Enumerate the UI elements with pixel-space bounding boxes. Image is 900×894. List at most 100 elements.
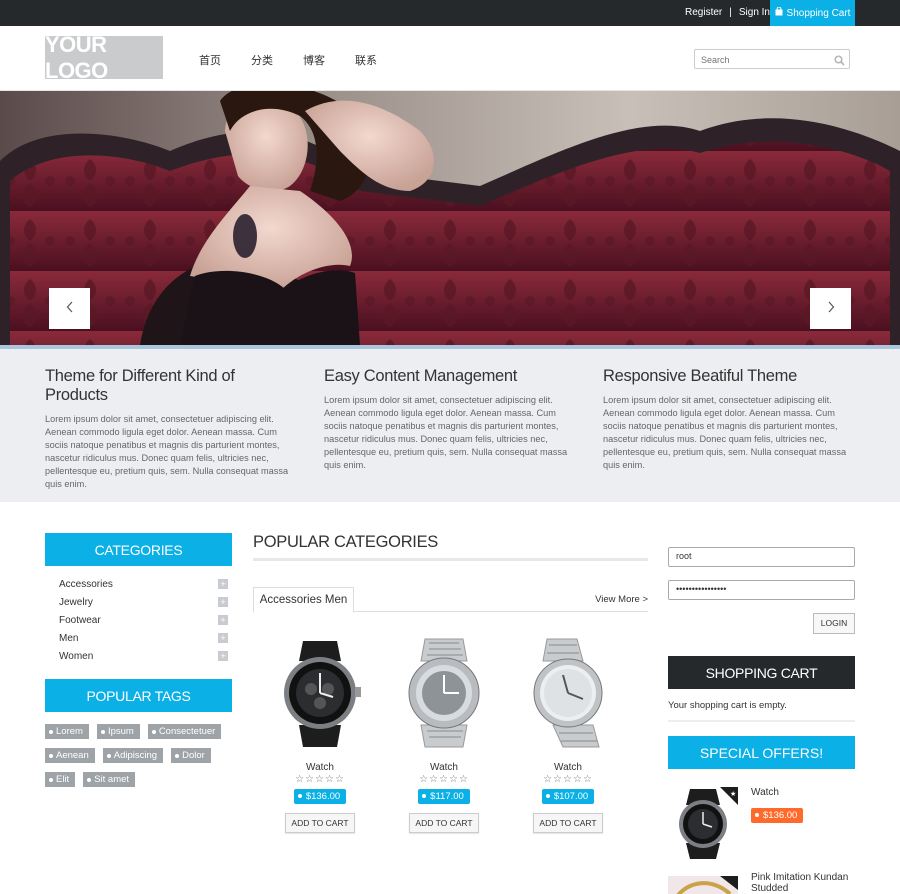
tag-item[interactable]: Ipsum <box>96 724 140 739</box>
hero-image <box>0 91 900 345</box>
features-section: Theme for Different Kind of Products Lor… <box>0 349 900 502</box>
category-label: Jewelry <box>59 596 93 608</box>
register-link[interactable]: Register <box>685 7 722 18</box>
add-to-cart-button[interactable]: ADD TO CART <box>285 813 355 833</box>
shopping-cart-label: Shopping Cart <box>786 7 851 19</box>
product-name[interactable]: Watch <box>263 762 377 773</box>
view-more-link[interactable]: View More > <box>595 594 648 605</box>
star-rating: ☆☆☆☆☆ <box>419 774 469 785</box>
tag-cloud: Lorem Ipsum Consectetuer Aenean Adipisci… <box>45 712 232 787</box>
category-item-jewelry[interactable]: Jewelry + <box>59 593 232 611</box>
section-title: POPULAR CATEGORIES <box>253 533 648 561</box>
chevron-right-icon <box>827 300 835 318</box>
shopping-cart-title: SHOPPING CART <box>668 656 855 689</box>
slider-next-button[interactable] <box>810 288 851 329</box>
product-image[interactable] <box>513 637 623 749</box>
site-logo[interactable]: YOUR LOGO <box>45 32 163 83</box>
category-item-men[interactable]: Men + <box>59 629 232 647</box>
nav-item-contact[interactable]: 联系 <box>355 52 407 68</box>
search-box <box>694 49 850 69</box>
price-tag: $107.00 <box>541 789 595 804</box>
star-rating: ☆☆☆☆☆ <box>295 774 345 785</box>
expand-icon[interactable]: + <box>218 597 228 607</box>
product-name[interactable]: Watch <box>511 762 625 773</box>
product-image[interactable] <box>389 637 499 749</box>
feature-text: Lorem ipsum dolor sit amet, consectetuer… <box>603 395 847 470</box>
signin-link[interactable]: Sign In <box>739 7 770 18</box>
tag-item[interactable]: Sit amet <box>83 772 136 787</box>
category-item-accessories[interactable]: Accessories + <box>59 575 232 593</box>
search-input[interactable] <box>695 52 825 68</box>
main-nav: 首页 分类 博客 联系 <box>199 52 407 68</box>
popular-categories: POPULAR CATEGORIES Accessories Men View … <box>253 533 648 833</box>
tag-item[interactable]: Lorem <box>45 724 89 739</box>
category-item-footwear[interactable]: Footwear + <box>59 611 232 629</box>
star-rating: ☆☆☆☆☆ <box>543 774 593 785</box>
special-offer-item[interactable]: Pink Imitation Kundan Studded <box>668 872 855 894</box>
bag-icon <box>775 6 783 19</box>
tag-item[interactable]: Dolor <box>171 748 211 763</box>
cart-empty-text: Your shopping cart is empty. <box>668 700 787 711</box>
category-label: Women <box>59 650 94 662</box>
offer-price-wrap: $136.00 <box>751 805 804 823</box>
product-image[interactable] <box>668 876 738 894</box>
special-offer-item[interactable]: ★ Watch $136.00 <box>668 787 855 862</box>
product-card: Watch ☆☆☆☆☆ $136.00 ADD TO CART <box>263 637 377 833</box>
category-list: Accessories + Jewelry + Footwear + Men + Wom… <box>45 566 232 679</box>
site-header: YOUR LOGO 首页 分类 博客 联系 <box>0 26 900 91</box>
feature-text: Lorem ipsum dolor sit amet, consectetuer… <box>324 395 568 470</box>
feature-block: Theme for Different Kind of Products Lor… <box>45 367 295 491</box>
add-to-cart-button[interactable]: ADD TO CART <box>409 813 479 833</box>
chevron-left-icon <box>66 300 74 318</box>
offer-name[interactable]: Pink Imitation Kundan Studded <box>751 872 851 894</box>
login-button[interactable]: LOGIN <box>813 613 855 634</box>
slider-prev-button[interactable] <box>49 288 90 329</box>
tab-accessories-men[interactable]: Accessories Men <box>253 587 354 613</box>
categories-title: CATEGORIES <box>45 533 232 566</box>
feature-text: Lorem ipsum dolor sit amet, consectetuer… <box>45 414 289 489</box>
svg-text:★: ★ <box>730 790 736 798</box>
category-item-women[interactable]: Women + <box>59 647 232 665</box>
add-to-cart-button[interactable]: ADD TO CART <box>533 813 603 833</box>
tag-item[interactable]: Adipiscing <box>102 748 164 763</box>
product-card: Watch ☆☆☆☆☆ $107.00 ADD TO CART <box>511 637 625 833</box>
category-tabs: Accessories Men View More > <box>253 587 648 613</box>
product-image[interactable]: ★ <box>668 787 738 859</box>
expand-icon[interactable]: + <box>218 651 228 661</box>
nav-item-blog[interactable]: 博客 <box>303 52 355 68</box>
nav-item-home[interactable]: 首页 <box>199 52 251 68</box>
special-offers-title: SPECIAL OFFERS! <box>668 736 855 769</box>
divider <box>668 720 855 722</box>
expand-icon[interactable]: + <box>218 579 228 589</box>
tag-item[interactable]: Aenean <box>45 748 95 763</box>
top-bar: Register | Sign In Shopping Cart <box>0 0 900 26</box>
account-links: Register | Sign In <box>685 7 770 18</box>
product-card: Watch ☆☆☆☆☆ $117.00 ADD TO CART <box>387 637 501 833</box>
link-separator: | <box>729 7 732 18</box>
tag-item[interactable]: Elit <box>45 772 76 787</box>
tag-item[interactable]: Consectetuer <box>147 724 222 739</box>
nav-item-categories[interactable]: 分类 <box>251 52 303 68</box>
feature-title: Easy Content Management <box>324 367 518 385</box>
category-label: Accessories <box>59 578 113 590</box>
feature-title: Responsive Beatiful Theme <box>603 367 797 385</box>
feature-title: Theme for Different Kind of Products <box>45 367 235 404</box>
password-field[interactable]: •••••••••••••••• <box>668 580 855 600</box>
expand-icon[interactable]: + <box>218 615 228 625</box>
login-form: root •••••••••••••••• LOGIN <box>668 547 855 634</box>
username-field[interactable]: root <box>668 547 855 567</box>
price-tag: $117.00 <box>418 789 470 804</box>
popular-tags-title: POPULAR TAGS <box>45 679 232 712</box>
expand-icon[interactable]: + <box>218 633 228 643</box>
search-icon[interactable] <box>834 53 845 71</box>
feature-block: Easy Content Management Lorem ipsum dolo… <box>324 367 574 472</box>
product-name[interactable]: Watch <box>387 762 501 773</box>
hero-slider[interactable] <box>0 91 900 345</box>
left-sidebar: CATEGORIES Accessories + Jewelry + Footwea… <box>45 533 232 787</box>
offer-price: $136.00 <box>751 808 804 823</box>
offer-name[interactable]: Watch <box>751 787 779 798</box>
price-tag: $136.00 <box>293 789 347 804</box>
product-image[interactable] <box>265 637 375 749</box>
category-label: Footwear <box>59 614 101 626</box>
shopping-cart-button[interactable]: Shopping Cart <box>770 0 855 26</box>
